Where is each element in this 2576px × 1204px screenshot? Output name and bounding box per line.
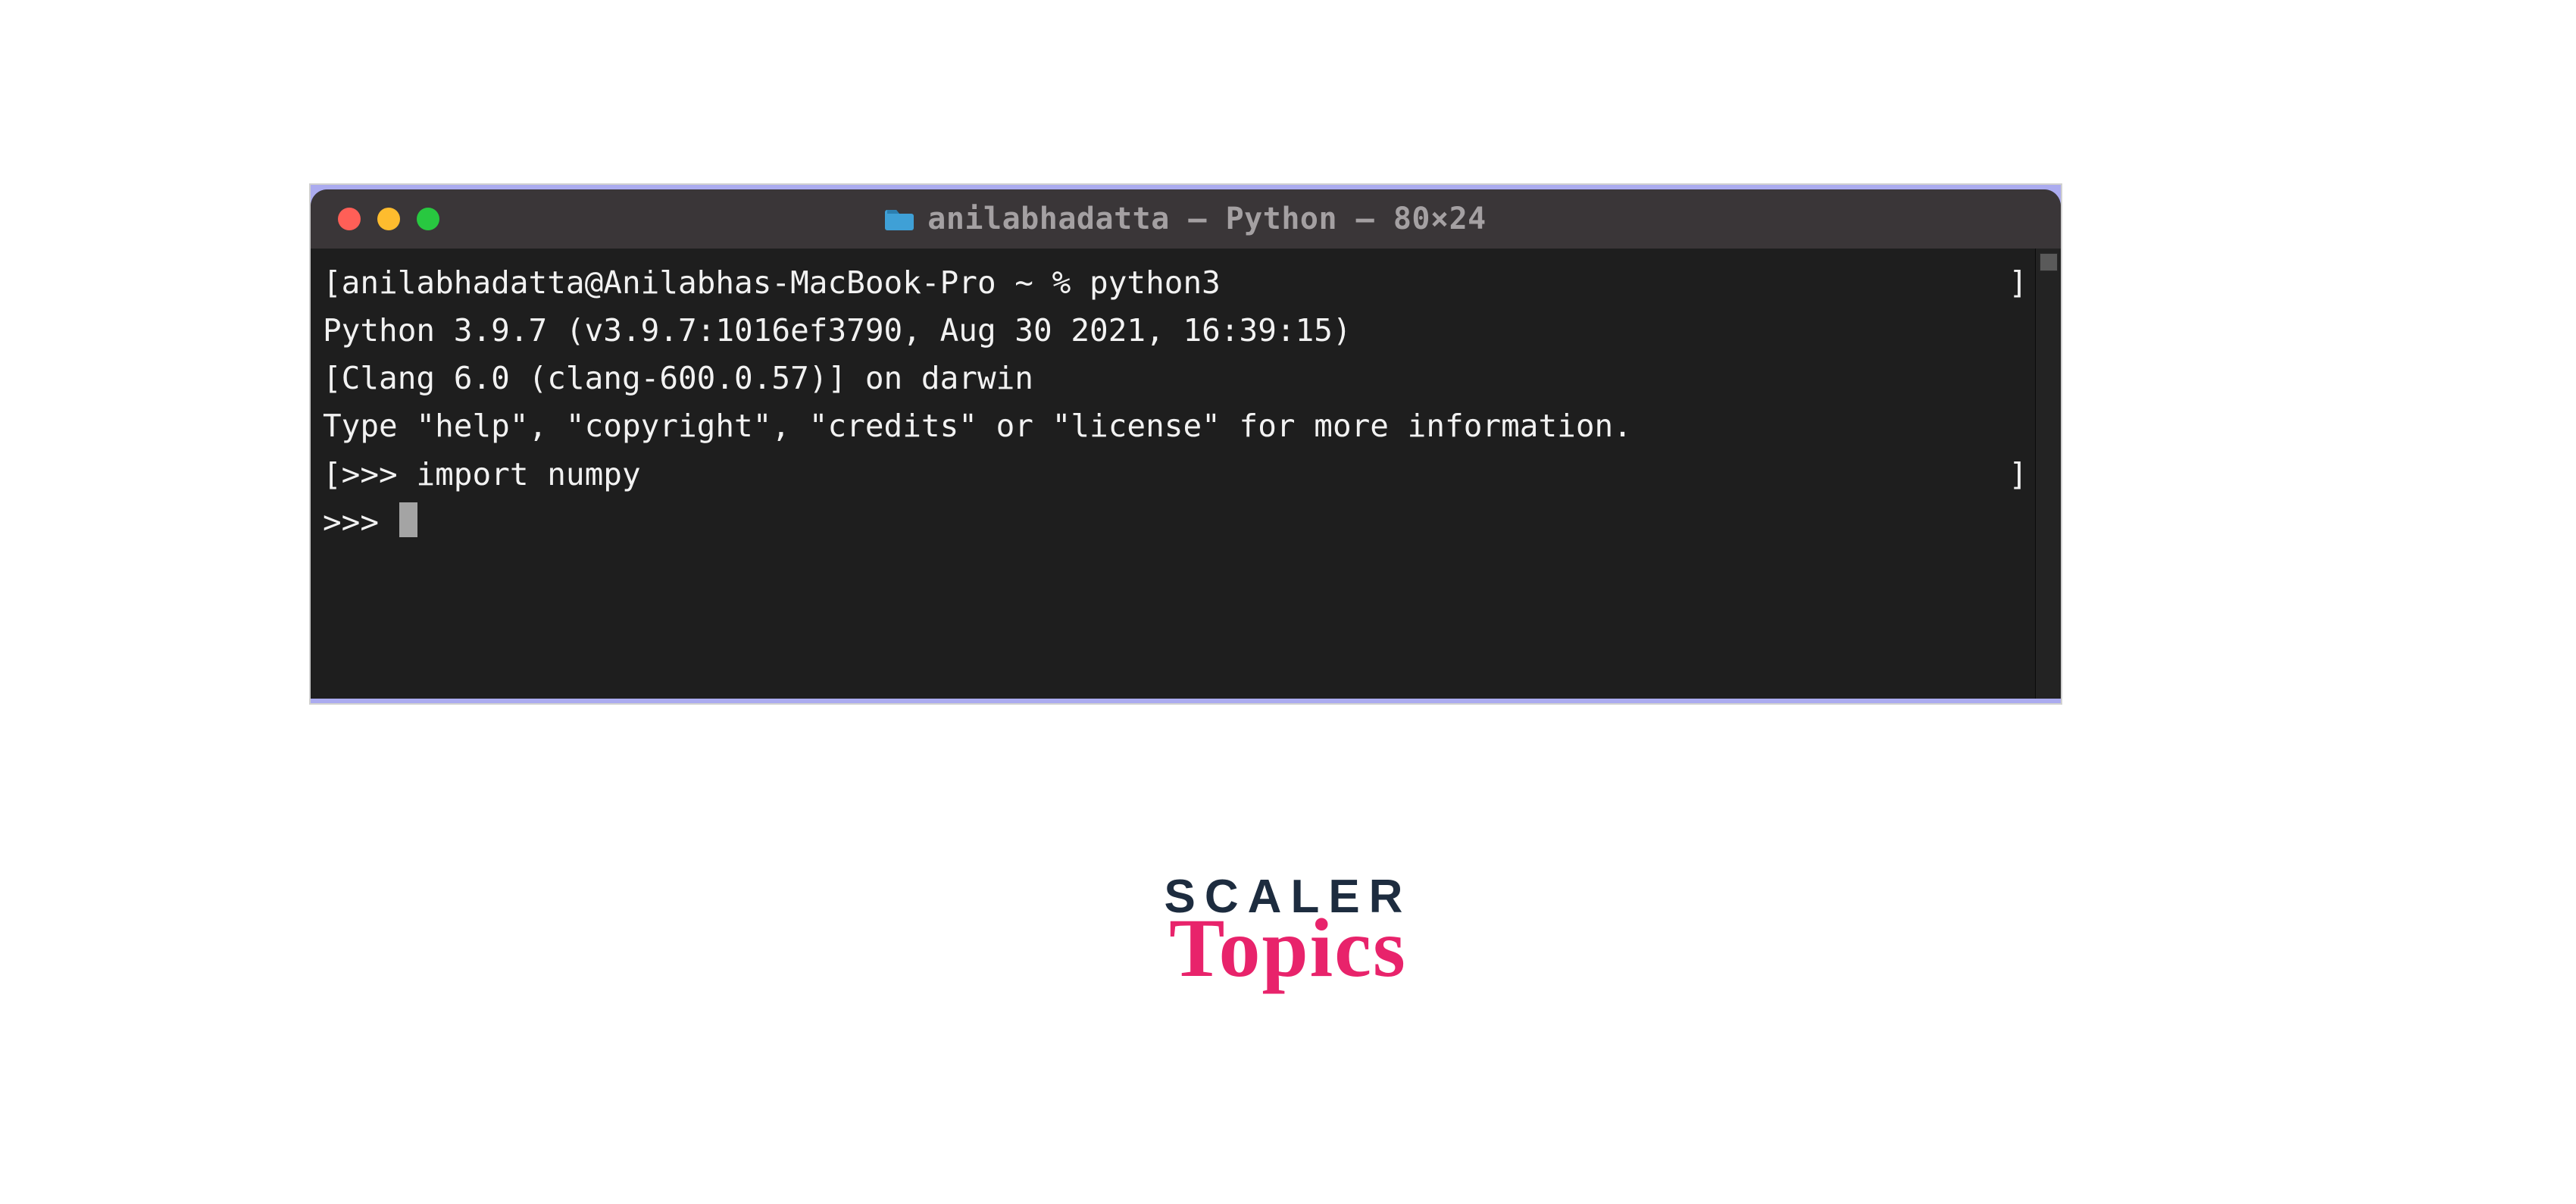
terminal-body: [anilabhadatta@Anilabhas-MacBook-Pro ~ %… — [311, 249, 2061, 699]
scroll-grip-icon[interactable] — [2040, 253, 2058, 271]
traffic-lights — [338, 208, 439, 230]
scrollbar[interactable] — [2035, 249, 2061, 699]
bracket-icon: ] — [2009, 259, 2027, 307]
terminal-window: anilabhadatta — Python — 80×24 [anilabha… — [311, 189, 2061, 699]
titlebar[interactable]: anilabhadatta — Python — 80×24 — [311, 189, 2061, 249]
terminal-line: [anilabhadatta@Anilabhas-MacBook-Pro ~ %… — [323, 259, 1221, 307]
minimize-icon[interactable] — [377, 208, 400, 230]
brand-logo: SCALER Topics — [0, 870, 2576, 977]
terminal-line: Type "help", "copyright", "credits" or "… — [323, 402, 2027, 450]
terminal-line: [>>> import numpy — [323, 451, 641, 499]
terminal-prompt: >>> — [323, 499, 2027, 546]
terminal-line: [Clang 6.0 (clang-600.0.57)] on darwin — [323, 355, 2027, 402]
folder-icon — [885, 208, 914, 230]
terminal-line: Python 3.9.7 (v3.9.7:1016ef3790, Aug 30 … — [323, 307, 2027, 355]
zoom-icon[interactable] — [417, 208, 439, 230]
bracket-icon: ] — [2009, 451, 2027, 499]
logo-line-2: Topics — [0, 919, 2576, 977]
close-icon[interactable] — [338, 208, 361, 230]
terminal-window-frame: anilabhadatta — Python — 80×24 [anilabha… — [309, 183, 2062, 705]
window-title: anilabhadatta — Python — 80×24 — [927, 202, 1486, 236]
cursor-icon — [399, 502, 417, 537]
terminal-content[interactable]: [anilabhadatta@Anilabhas-MacBook-Pro ~ %… — [311, 249, 2035, 699]
